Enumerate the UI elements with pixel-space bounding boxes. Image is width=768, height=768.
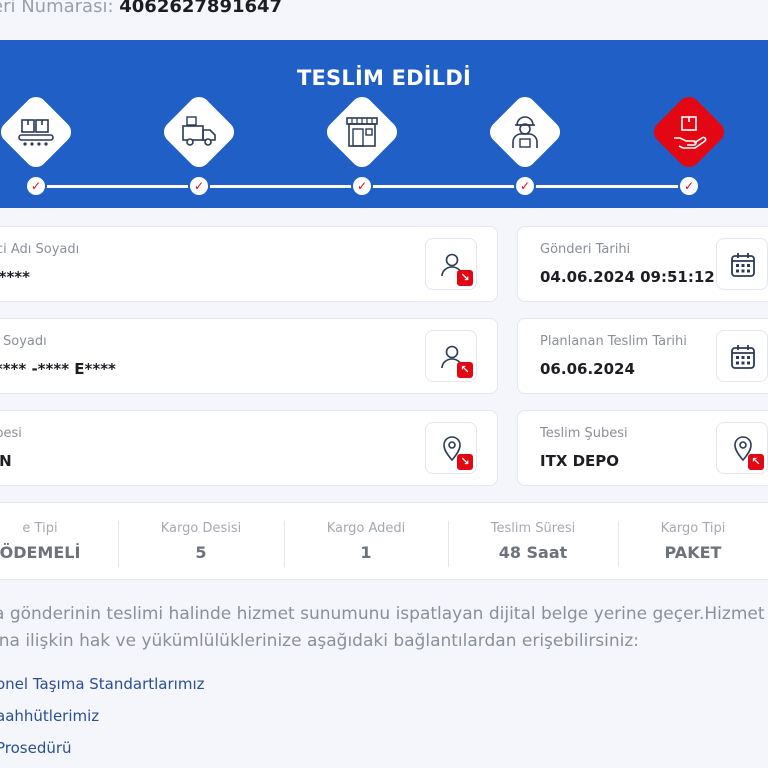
transport-standards-link[interactable]: onel Taşıma Standartlarımız: [0, 675, 204, 693]
desi-value: 5: [195, 543, 207, 562]
step-warehouse: ✓: [0, 92, 76, 202]
send-date-label: Gönderi Tarihi: [540, 242, 631, 257]
sender-icon-button[interactable]: ↘: [425, 238, 477, 290]
payment-type-value: ÖDEMELİ: [0, 543, 81, 562]
cargo-type-value: PAKET: [664, 543, 722, 562]
origin-branch-value: UN: [0, 452, 12, 470]
duration-label: Teslim Süresi: [490, 521, 576, 536]
origin-branch-label: ubesi: [0, 426, 22, 441]
delivery-branch-value: ITX DEPO: [540, 452, 620, 470]
receiver-label: dı Soyadı: [0, 334, 47, 349]
digital-document-notice: a gönderinin teslimi halinde hizmet sunu…: [0, 601, 768, 655]
receiver-value: ***** -**** E****: [0, 360, 116, 378]
step-check-icon: ✓: [25, 175, 47, 197]
arrow-in-icon: ↖: [748, 454, 764, 470]
status-title: TESLİM EDİLDİ: [296, 66, 471, 90]
delivery-branch-icon-button[interactable]: ↖: [716, 422, 768, 474]
send-date-value: 04.06.2024 09:51:12: [540, 268, 715, 286]
desi-col: Kargo Desisi 5: [118, 503, 284, 581]
sender-label: rici Adı Soyadı: [0, 242, 80, 257]
send-date-card: Gönderi Tarihi 04.06.2024 09:51:12: [517, 226, 768, 302]
notice-line-1: a gönderinin teslimi halinde hizmet sunu…: [0, 604, 765, 624]
send-date-icon-box: [716, 238, 768, 290]
planned-date-card: Planlanan Teslim Tarihi 06.06.2024: [517, 318, 768, 394]
planned-date-icon-box: [716, 330, 768, 382]
warehouse-conveyor-icon: [18, 119, 54, 146]
delivery-branch-card: Teslim Şubesi ITX DEPO ↖: [517, 410, 768, 486]
sender-value: A****: [0, 268, 30, 286]
arrow-out-icon: ↘: [457, 454, 473, 470]
hand-package-icon: [674, 116, 707, 149]
step-check-icon: ✓: [514, 175, 536, 197]
step-check-icon: ✓: [188, 175, 210, 197]
step-delivered: ✓: [649, 92, 729, 202]
arrow-out-icon: ↘: [457, 270, 473, 286]
tracking-number-row: eri Numarası: 4062627891647: [0, 0, 282, 17]
planned-date-label: Planlanan Teslim Tarihi: [540, 334, 687, 349]
origin-branch-icon-button[interactable]: ↘: [425, 422, 477, 474]
courier-icon: [512, 116, 538, 148]
calendar-icon: [731, 253, 755, 277]
procedure-link[interactable]: Prosedürü: [0, 739, 72, 757]
delivery-truck-icon: [182, 116, 216, 146]
duration-value: 48 Saat: [498, 543, 568, 562]
count-value: 1: [360, 543, 372, 562]
step-check-icon: ✓: [678, 175, 700, 197]
count-col: Kargo Adedi 1: [284, 503, 448, 581]
cargo-type-label: Kargo Tipi: [660, 521, 726, 536]
status-band: TESLİM EDİLDİ ✓ ✓ ✓ ✓ ✓: [0, 40, 768, 208]
step-branch: ✓: [322, 92, 402, 202]
cargo-type-col: Kargo Tipi PAKET: [618, 503, 768, 581]
payment-type-col: e Tipi ÖDEMELİ: [0, 503, 120, 581]
branch-store-icon: [346, 117, 378, 147]
origin-branch-card: ubesi UN ↘: [0, 410, 498, 486]
shipment-info-strip: e Tipi ÖDEMELİ Kargo Desisi 5 Kargo Aded…: [0, 502, 768, 580]
arrow-in-icon: ↖: [457, 362, 473, 378]
tracking-number-label: eri Numarası:: [0, 0, 114, 17]
calendar-icon: [731, 345, 755, 369]
delivery-branch-label: Teslim Şubesi: [540, 426, 628, 441]
step-check-icon: ✓: [351, 175, 373, 197]
count-label: Kargo Adedi: [326, 521, 406, 536]
step-transfer: ✓: [159, 92, 239, 202]
duration-col: Teslim Süresi 48 Saat: [448, 503, 618, 581]
planned-date-value: 06.06.2024: [540, 360, 635, 378]
tracking-number-value: 4062627891647: [119, 0, 283, 17]
notice-line-2: ına ilişkin hak ve yükümlülüklerinize aş…: [0, 631, 640, 651]
receiver-card: dı Soyadı ***** -**** E**** ↖: [0, 318, 498, 394]
desi-label: Kargo Desisi: [160, 521, 242, 536]
payment-type-label: e Tipi: [22, 521, 58, 536]
receiver-icon-button[interactable]: ↖: [425, 330, 477, 382]
commitments-link[interactable]: aahhütlerimiz: [0, 707, 99, 725]
sender-card: rici Adı Soyadı A**** ↘: [0, 226, 498, 302]
step-courier: ✓: [485, 92, 565, 202]
